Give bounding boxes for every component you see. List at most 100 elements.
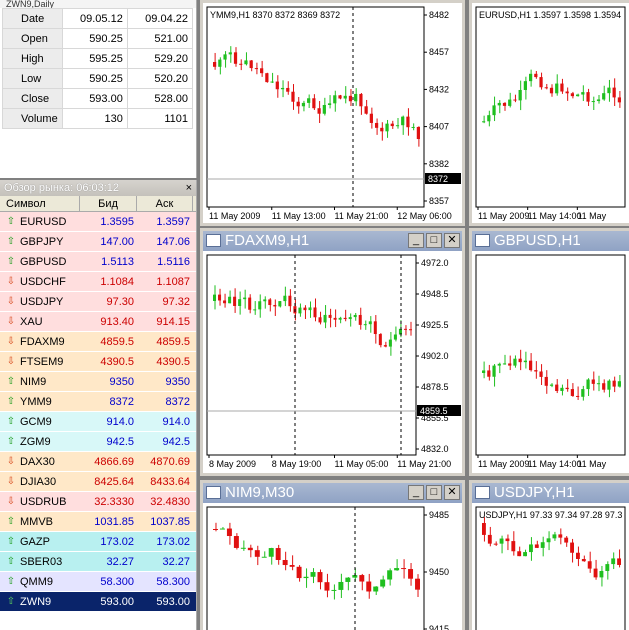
arrow-up-icon: ⇧ <box>6 435 16 447</box>
close-icon[interactable]: × <box>186 180 192 196</box>
chart-window-ymm9[interactable]: 8482 8457 8432 8407 8382 8357 8372 YMM9,H1 8370… <box>200 0 465 226</box>
market-watch-row[interactable]: ⇩ USDJPY 97.30 97.32 <box>0 292 196 312</box>
candle-body <box>596 383 601 385</box>
candle-body <box>333 95 337 104</box>
candle-body <box>576 552 580 559</box>
market-watch-row[interactable]: ⇩ DJIA30 8425.64 8433.64 <box>0 472 196 492</box>
symbol-cell: ⇧ GAZP <box>0 532 80 551</box>
candle-body <box>219 528 225 530</box>
candle-body <box>607 380 611 390</box>
data-row-high: High 595.25 529.20 <box>2 48 194 69</box>
maximize-button[interactable]: □ <box>426 233 442 248</box>
candle-body <box>565 387 569 390</box>
symbol-cell: ⇩ USDCHF <box>0 272 80 291</box>
market-watch-row[interactable]: ⇩ USDCHF 1.1084 1.1087 <box>0 272 196 292</box>
market-watch-row[interactable]: ⇧ YMM9 8372 8372 <box>0 392 196 412</box>
candle-body <box>322 104 326 114</box>
chart-window-usdjpy[interactable]: USDJPY,H1 USDJPY,H1 97.33 97.34 97.28 97… <box>469 480 629 630</box>
ask-cell: 4859.5 <box>156 336 190 348</box>
candle-body <box>565 91 569 94</box>
arrow-up-icon: ⇧ <box>6 515 16 527</box>
candle-body <box>518 89 522 101</box>
candle-body <box>317 108 321 114</box>
market-watch-row[interactable]: ⇧ ZWN9 593.00 593.00 <box>0 592 196 612</box>
market-watch-row[interactable]: ⇧ QMM9 58.300 58.300 <box>0 572 196 592</box>
candle-body <box>482 121 486 123</box>
date-label: 12 May 06:00 <box>397 211 452 221</box>
market-watch-row[interactable]: ⇧ ZGM9 942.5 942.5 <box>0 432 196 452</box>
chart-window-fdaxm9[interactable]: FDAXM9,H1 _ □ ✕ 4972.0 4948.5 4925.5 4902.0 48… <box>200 228 465 476</box>
window-titlebar[interactable]: USDJPY,H1 <box>472 483 629 503</box>
candle-body <box>291 91 295 102</box>
market-watch-row[interactable]: ⇩ DAX30 4866.69 4870.69 <box>0 452 196 472</box>
candle-body <box>502 102 507 106</box>
market-watch-row[interactable]: ⇧ GAZP 173.02 173.02 <box>0 532 196 552</box>
market-watch-row[interactable]: ⇩ FDAXM9 4859.5 4859.5 <box>0 332 196 352</box>
symbol-cell: ⇧ EURUSD <box>0 212 80 231</box>
chart-gbpusd[interactable]: 11 May 200911 May 14:0011 May <box>472 251 629 473</box>
candle-body <box>233 296 237 306</box>
candle-body <box>270 81 274 83</box>
candle-body <box>581 558 586 562</box>
market-watch-row[interactable]: ⇧ GBPJPY 147.00 147.06 <box>0 232 196 252</box>
chart-fdaxm9[interactable]: 4972.04948.54925.54902.04878.54855.54832… <box>203 251 462 473</box>
chart-window-eurusd[interactable]: EURUSD,H1 1.3597 1.3598 1.3594 11 May 200… <box>469 0 629 226</box>
market-watch-row[interactable]: ⇧ MMVB 1031.85 1037.85 <box>0 512 196 532</box>
close-button[interactable]: ✕ <box>444 233 460 248</box>
symbol-cell: ⇧ QMM9 <box>0 572 80 591</box>
candle-body <box>218 59 222 67</box>
candle-body <box>324 582 330 591</box>
symbol-name: GCM9 <box>20 415 52 428</box>
market-watch-row[interactable]: ⇧ GCM9 914.0 914.0 <box>0 412 196 432</box>
market-watch-row[interactable]: ⇧ GBPUSD 1.5113 1.5116 <box>0 252 196 272</box>
market-watch-row[interactable]: ⇩ XAU 913.40 914.15 <box>0 312 196 332</box>
ask-cell: 1.5116 <box>157 256 190 268</box>
bid-cell: 173.02 <box>100 536 134 548</box>
bid-cell: 942.5 <box>106 436 134 448</box>
market-watch-row[interactable]: ⇧ EURUSD 1.3595 1.3597 <box>0 212 196 232</box>
date-label: 11 May 14:00 <box>528 459 582 469</box>
market-watch-title-text: Обзор рынка: 06:03:12 <box>4 182 120 194</box>
candle-body <box>570 542 574 553</box>
maximize-button[interactable]: □ <box>426 485 442 500</box>
close-button[interactable]: ✕ <box>444 485 460 500</box>
candle-body <box>373 321 377 335</box>
column-header-ask[interactable]: Аск <box>137 196 193 211</box>
chart-ymm9[interactable]: 8482 8457 8432 8407 8382 8357 8372 YMM9,H1 8370… <box>203 3 462 223</box>
symbol-name: GBPUSD <box>20 255 67 268</box>
window-titlebar[interactable]: GBPUSD,H1 <box>472 231 629 251</box>
market-watch-row[interactable]: ⇩ USDRUB 32.3330 32.4830 <box>0 492 196 512</box>
candle-body <box>359 575 365 582</box>
candle-body <box>416 126 420 140</box>
market-watch-row[interactable]: ⇧ SBER03 32.27 32.27 <box>0 552 196 572</box>
data-table: Date 09.05.12 09.04.22 Open 590.25 521.00 High… <box>2 8 194 129</box>
window-titlebar[interactable]: FDAXM9,H1 _ □ ✕ <box>203 231 462 251</box>
candle-body <box>508 99 512 106</box>
candle-body <box>511 541 516 552</box>
candle-body <box>540 542 545 548</box>
chart-window-gbpusd[interactable]: GBPUSD,H1 11 May 2009 11 May 14:00 11 May <box>469 228 629 476</box>
ask-cell: 97.32 <box>162 296 190 308</box>
candle-body <box>323 314 327 323</box>
candle-body <box>513 358 517 366</box>
minimize-button[interactable]: _ <box>408 485 424 500</box>
chart-nim9[interactable]: 9485 9450 9415 <box>203 503 462 630</box>
candle-body <box>213 294 217 301</box>
market-watch-row[interactable]: ⇩ FTSEM9 4390.5 4390.5 <box>0 352 196 372</box>
chart-window-nim9[interactable]: NIM9,M30 _ □ ✕ 9485 9450 9415 <box>200 480 465 630</box>
minimize-button[interactable]: _ <box>408 233 424 248</box>
arrow-down-icon: ⇩ <box>6 475 16 487</box>
column-header-symbol[interactable]: Символ <box>0 196 80 211</box>
window-titlebar[interactable]: NIM9,M30 _ □ ✕ <box>203 483 462 503</box>
chart-eurusd[interactable]: EURUSD,H1 1.3597 1.3598 1.3594 11 May 200… <box>472 3 629 223</box>
candle-body <box>544 87 548 89</box>
candle-body <box>555 384 559 391</box>
candle-body <box>581 389 585 397</box>
data-value: 593.00 <box>61 88 128 109</box>
candle-body <box>497 102 501 106</box>
column-header-bid[interactable]: Бид <box>80 196 137 211</box>
market-watch-row[interactable]: ⇧ NIM9 9350 9350 <box>0 372 196 392</box>
plot-area <box>475 506 626 630</box>
symbol-cell: ⇩ FTSEM9 <box>0 352 80 371</box>
chart-usdjpy[interactable]: USDJPY,H1 97.33 97.34 97.28 97.3 <box>472 503 629 630</box>
